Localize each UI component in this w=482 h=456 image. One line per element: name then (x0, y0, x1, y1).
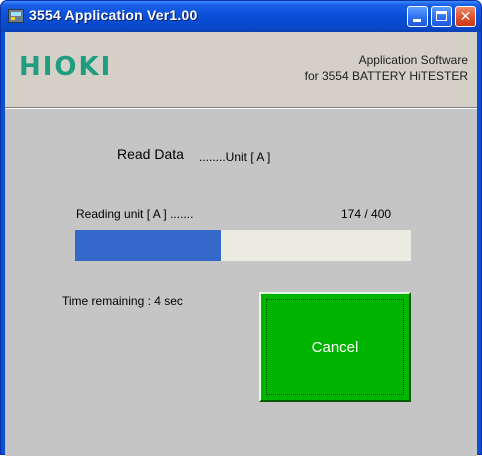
read-data-label: Read Data (117, 146, 184, 162)
client-area: HIOKI Application Software for 3554 BATT… (5, 32, 477, 456)
minimize-button[interactable] (407, 6, 428, 27)
app-icon[interactable] (8, 9, 24, 23)
progress-bar (75, 230, 411, 261)
minimize-icon (413, 19, 421, 22)
app-description-line2: for 3554 BATTERY HiTESTER (304, 69, 468, 83)
cancel-label: Cancel (311, 338, 359, 356)
window-title: 3554 Application Ver1.00 (29, 7, 198, 23)
header-banner: HIOKI Application Software for 3554 BATT… (5, 32, 477, 107)
close-button[interactable]: ✕ (455, 6, 476, 27)
cancel-button[interactable]: Cancel (259, 292, 411, 402)
maximize-icon (436, 11, 447, 21)
hioki-logo: HIOKI (19, 52, 113, 82)
app-description-line1: Application Software (358, 53, 468, 67)
close-icon: ✕ (459, 9, 472, 25)
maximize-button[interactable] (431, 6, 452, 27)
read-data-unit: ........Unit [ A ] (199, 150, 271, 164)
header-separator (5, 107, 477, 109)
app-description: Application Software for 3554 BATTERY Hi… (305, 52, 468, 84)
application-window: 3554 Application Ver1.00 ✕ HIOKI Applica… (0, 0, 482, 456)
progress-count: 174 / 400 (341, 207, 392, 221)
time-remaining: Time remaining : 4 sec (62, 294, 183, 308)
title-bar[interactable]: 3554 Application Ver1.00 ✕ (1, 1, 481, 32)
reading-unit-label: Reading unit [ A ] ....... (76, 207, 194, 221)
progress-fill (75, 230, 222, 261)
